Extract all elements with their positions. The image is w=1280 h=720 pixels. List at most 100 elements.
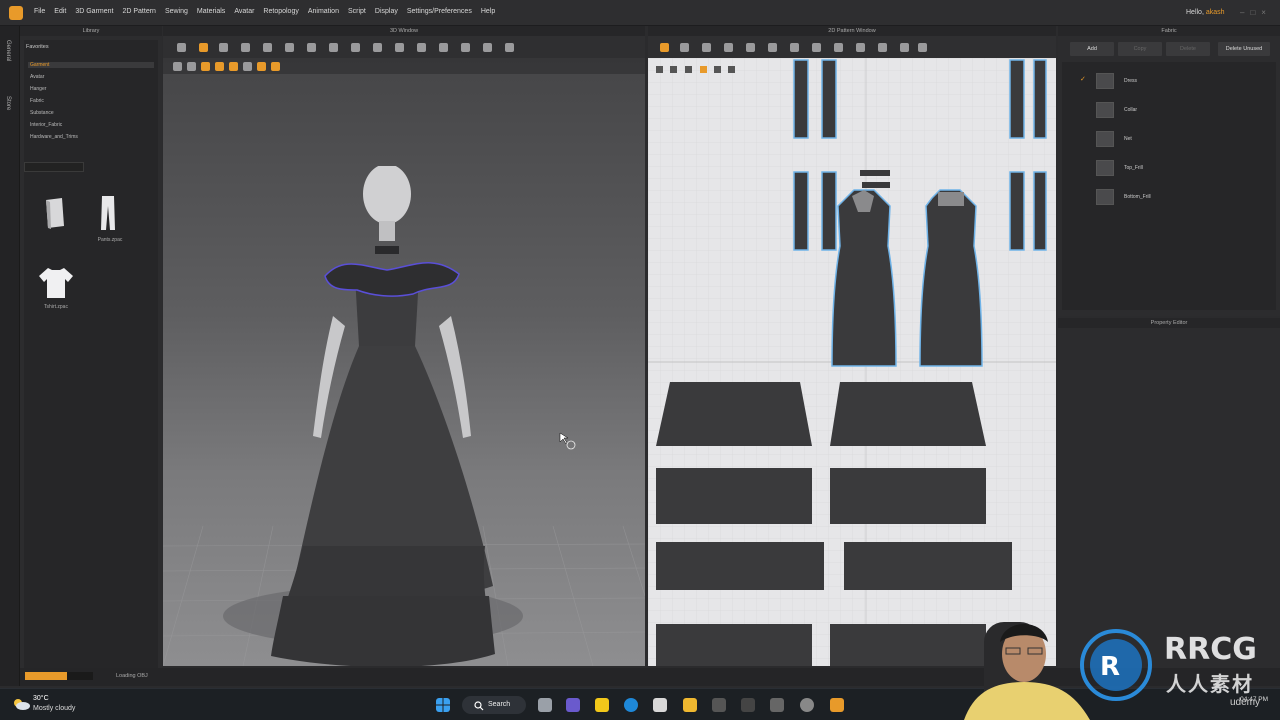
- transform-tool-icon[interactable]: [660, 43, 669, 52]
- clo3d-taskbar-icon[interactable]: [830, 698, 844, 712]
- library-panel: Library Favorites Garment Avatar Hanger …: [20, 26, 162, 686]
- delete-unused-button[interactable]: Delete Unused: [1218, 42, 1270, 56]
- edit-pattern-icon[interactable]: [680, 43, 689, 52]
- file-name-tshirt[interactable]: Tshirt.zpac: [34, 304, 78, 310]
- rectangle-tool-icon[interactable]: [724, 43, 733, 52]
- edge-icon[interactable]: [624, 698, 638, 712]
- copy-fabric-button[interactable]: Copy: [1118, 42, 1162, 56]
- menu-file[interactable]: File: [34, 8, 45, 15]
- close-icon[interactable]: ×: [1261, 8, 1272, 17]
- menu-sewing[interactable]: Sewing: [165, 8, 188, 15]
- grading-icon[interactable]: [900, 43, 909, 52]
- app-icon[interactable]: [741, 698, 755, 712]
- tshirt-thumbnail-icon[interactable]: [38, 266, 74, 300]
- avatar-in-dress[interactable]: [263, 166, 523, 666]
- store-icon[interactable]: [653, 698, 667, 712]
- menu-help[interactable]: Help: [481, 8, 495, 15]
- fabric-item-dress[interactable]: ✓ Dress: [1068, 70, 1278, 92]
- file-explorer-icon[interactable]: [683, 698, 697, 712]
- move-tool-icon[interactable]: [199, 43, 208, 52]
- menu-display[interactable]: Display: [375, 8, 398, 15]
- windows-start-icon[interactable]: [436, 698, 450, 712]
- delete-fabric-button[interactable]: Delete: [1166, 42, 1210, 56]
- fabric-item-net[interactable]: Net: [1068, 128, 1278, 150]
- select-tool-icon[interactable]: [177, 43, 186, 52]
- menu-animation[interactable]: Animation: [308, 8, 339, 15]
- favorite-item-hardware[interactable]: Hardware_and_Trims: [30, 134, 78, 140]
- pin-tool-icon[interactable]: [241, 43, 250, 52]
- task-view-icon[interactable]: [538, 698, 552, 712]
- segment-sewing-icon[interactable]: [812, 43, 821, 52]
- tack-tool-icon[interactable]: [285, 43, 294, 52]
- view-texture-icon[interactable]: [201, 62, 210, 71]
- chrome-icon[interactable]: [800, 698, 814, 712]
- segment-tool-icon[interactable]: [351, 43, 360, 52]
- teams-icon[interactable]: [566, 698, 580, 712]
- clo-logo-icon[interactable]: [9, 6, 23, 20]
- view-settings-icon[interactable]: [271, 62, 280, 71]
- add-fabric-button[interactable]: Add: [1070, 42, 1114, 56]
- menu-edit[interactable]: Edit: [54, 8, 66, 15]
- dart-tool-icon[interactable]: [768, 43, 777, 52]
- username[interactable]: akash: [1206, 9, 1225, 16]
- fabric-item-top-frill[interactable]: Top_Frill: [1068, 157, 1278, 179]
- menu-2d-pattern[interactable]: 2D Pattern: [122, 8, 155, 15]
- button-tool-icon[interactable]: [373, 43, 382, 52]
- tab-store[interactable]: Store: [5, 96, 11, 110]
- view-body-icon[interactable]: [257, 62, 266, 71]
- measure-tool-icon[interactable]: [307, 43, 316, 52]
- pattern-canvas[interactable]: [648, 58, 1056, 666]
- favorite-item-substance[interactable]: Substance: [30, 110, 54, 116]
- seam-tool-icon[interactable]: [790, 43, 799, 52]
- menu-settings[interactable]: Settings/Preferences: [407, 8, 472, 15]
- 2d-window-header: 2D Pattern Window: [648, 26, 1056, 36]
- favorite-item-avatar[interactable]: Avatar: [30, 74, 44, 80]
- menu-materials[interactable]: Materials: [197, 8, 225, 15]
- fabric-item-bottom-frill[interactable]: Bottom_Frill: [1068, 186, 1278, 208]
- fold-tool-icon[interactable]: [263, 43, 272, 52]
- pants-thumbnail-icon[interactable]: [98, 194, 118, 232]
- fabric-item-collar[interactable]: Collar: [1068, 99, 1278, 121]
- menu-retopology[interactable]: Retopology: [263, 8, 298, 15]
- folder-file-icon[interactable]: [42, 196, 68, 230]
- shirring-tool-icon[interactable]: [461, 43, 470, 52]
- favorite-item-fabric[interactable]: Fabric: [30, 98, 44, 104]
- polygon-tool-icon[interactable]: [702, 43, 711, 52]
- view-light-icon[interactable]: [229, 62, 238, 71]
- view-fabric-icon[interactable]: [243, 62, 252, 71]
- favorite-item-interior-fabric[interactable]: Interior_Fabric: [30, 122, 62, 128]
- 2d-pattern-window[interactable]: 2D Pattern Window: [648, 26, 1056, 666]
- edit-tool-icon[interactable]: [219, 43, 228, 52]
- menu-3d-garment[interactable]: 3D Garment: [75, 8, 113, 15]
- minimize-icon[interactable]: –: [1240, 8, 1250, 17]
- menu-avatar[interactable]: Avatar: [234, 8, 254, 15]
- favorite-item-garment[interactable]: Garment: [28, 62, 154, 68]
- tab-general[interactable]: General: [5, 40, 11, 61]
- internal-line-icon[interactable]: [746, 43, 755, 52]
- view-sun-icon[interactable]: [215, 62, 224, 71]
- library-search-input[interactable]: [24, 162, 84, 172]
- taskbar-search[interactable]: Search: [462, 696, 526, 714]
- avatar-tool-icon[interactable]: [505, 43, 514, 52]
- fit-tool-icon[interactable]: [483, 43, 492, 52]
- menu-script[interactable]: Script: [348, 8, 366, 15]
- tshirt-tool-icon[interactable]: [918, 43, 927, 52]
- zbrush-icon[interactable]: [770, 698, 784, 712]
- fold-arrangement-icon[interactable]: [856, 43, 865, 52]
- maximize-icon[interactable]: □: [1250, 8, 1261, 17]
- trim-tool-icon[interactable]: [417, 43, 426, 52]
- sticky-notes-icon[interactable]: [595, 698, 609, 712]
- free-sewing-icon[interactable]: [834, 43, 843, 52]
- elastic-icon[interactable]: [878, 43, 887, 52]
- sewing-tool-icon[interactable]: [329, 43, 338, 52]
- view-mode-icon[interactable]: [173, 62, 182, 71]
- file-name-pants[interactable]: Pants.zpac: [88, 237, 132, 243]
- 3d-window[interactable]: 3D Window: [163, 26, 645, 666]
- zipper-tool-icon[interactable]: [395, 43, 404, 52]
- fabric-swatch: [1096, 131, 1114, 147]
- view-avatar-icon[interactable]: [187, 62, 196, 71]
- favorite-item-hanger[interactable]: Hanger: [30, 86, 46, 92]
- watermark-chinese: 人人素材: [1166, 672, 1254, 696]
- unity-icon[interactable]: [712, 698, 726, 712]
- puckering-tool-icon[interactable]: [439, 43, 448, 52]
